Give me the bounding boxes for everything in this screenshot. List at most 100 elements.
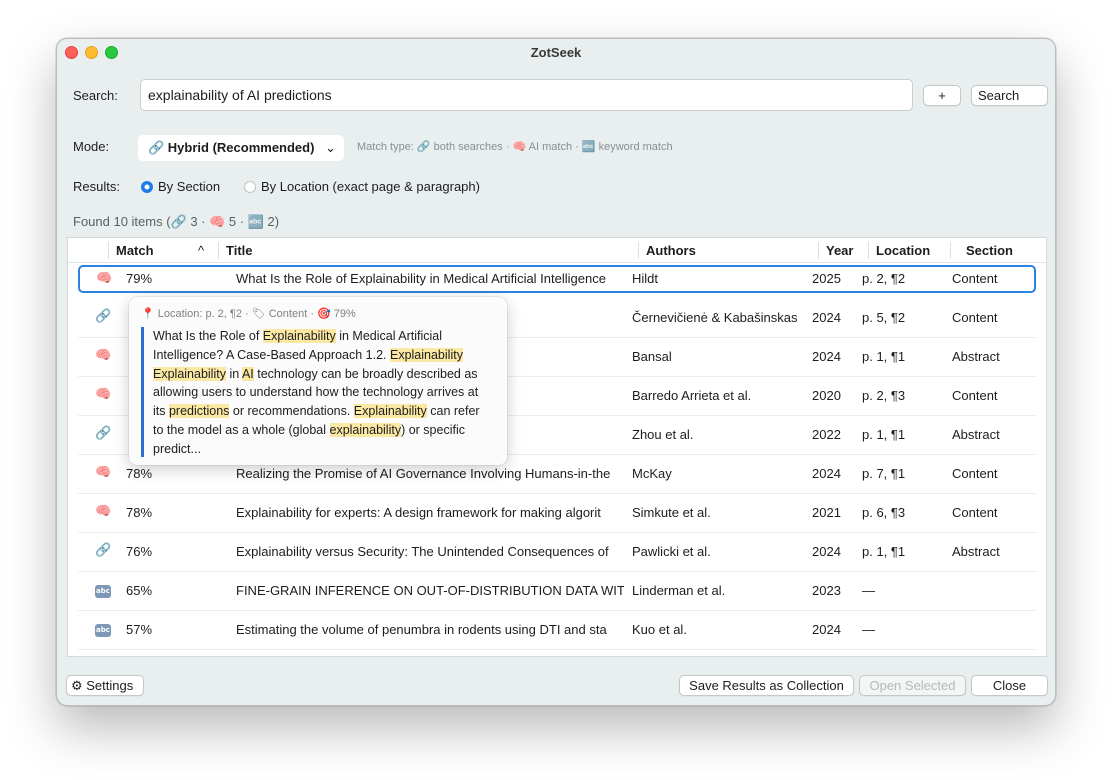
section-cell: Abstract (952, 544, 1000, 559)
snippet-text: or recommendations. (229, 404, 354, 419)
match-cell: 78% (126, 505, 153, 520)
open-selected-button[interactable]: Open Selected (859, 675, 966, 696)
location-cell: — (862, 583, 875, 598)
location-cell: p. 7, ¶1 (862, 466, 906, 481)
match-cell: 57% (126, 622, 153, 637)
year-cell: 2024 (812, 466, 841, 481)
section-cell: Content (952, 466, 998, 481)
link-icon: 🔗 (95, 308, 112, 323)
close-window-button[interactable] (65, 46, 78, 59)
match-cell: 78% (126, 466, 153, 481)
year-cell: 2025 (812, 271, 841, 286)
popover-snippet: What Is the Role of Explainability in Me… (141, 327, 493, 457)
title-cell: FINE-GRAIN INFERENCE ON OUT-OF-DISTRIBUT… (236, 583, 624, 598)
col-authors[interactable]: Authors (646, 243, 696, 258)
title-cell: Estimating the volume of penumbra in rod… (236, 622, 607, 637)
highlight-term: explainability (329, 422, 402, 437)
search-input[interactable]: explainability of AI predictions (140, 79, 913, 111)
section-cell: Abstract (952, 427, 1000, 442)
match-cell: 79% (126, 271, 153, 286)
sort-ascending-icon[interactable]: ^ (198, 243, 204, 258)
results-label: Results: (73, 179, 120, 194)
link-icon: 🔗 (95, 542, 112, 557)
match-type-hint: Match type: 🔗 both searches · 🧠 AI match… (357, 141, 673, 153)
match-cell: 65% (126, 583, 153, 598)
authors-cell: Hildt (632, 271, 659, 286)
close-button[interactable]: Close (971, 675, 1048, 696)
highlight-term: AI (241, 366, 254, 381)
mode-select[interactable]: 🔗 Hybrid (Recommended) ⌄ (138, 135, 344, 161)
location-cell: p. 1, ¶1 (862, 544, 906, 559)
col-title[interactable]: Title (226, 243, 253, 258)
year-cell: 2024 (812, 310, 841, 325)
abc-icon: abc (95, 581, 111, 598)
authors-cell: Kuo et al. (632, 622, 687, 637)
abc-icon: abc (95, 620, 111, 637)
add-search-button[interactable]: + (923, 85, 961, 106)
title-cell: Explainability for experts: A design fra… (236, 505, 601, 520)
location-cell: p. 1, ¶1 (862, 427, 906, 442)
year-cell: 2022 (812, 427, 841, 442)
col-match[interactable]: Match (116, 243, 154, 258)
col-location[interactable]: Location (876, 243, 930, 258)
section-cell: Content (952, 271, 998, 286)
search-label: Search: (73, 88, 118, 103)
minimize-window-button[interactable] (85, 46, 98, 59)
section-cell: Content (952, 505, 998, 520)
col-year[interactable]: Year (826, 243, 853, 258)
location-cell: p. 1, ¶1 (862, 349, 906, 364)
highlight-term: Explainability (153, 366, 226, 381)
table-row[interactable]: 🔗 76% Explainability versus Security: The … (78, 533, 1036, 572)
search-button[interactable]: Search (971, 85, 1048, 106)
location-cell: — (862, 622, 875, 637)
col-section[interactable]: Section (966, 243, 1013, 258)
brain-icon: 🧠 (95, 503, 112, 518)
highlight-term: predictions (168, 404, 230, 419)
mode-selected-value: 🔗 Hybrid (Recommended) (148, 140, 315, 155)
year-cell: 2024 (812, 544, 841, 559)
save-results-as-collection-button[interactable]: Save Results as Collection (679, 675, 854, 696)
snippet-text: What Is the Role of (153, 329, 263, 343)
authors-cell: Linderman et al. (632, 583, 726, 598)
radio-by-location[interactable]: By Location (exact page & paragraph) (244, 179, 480, 194)
section-cell: Abstract (952, 349, 1000, 364)
settings-button[interactable]: ⚙ Settings (66, 675, 144, 696)
year-cell: 2024 (812, 622, 841, 637)
table-row[interactable]: 🧠 79% What Is the Role of Explainability i… (78, 265, 1036, 293)
found-count: Found 10 items (🔗 3 · 🧠 5 · 🔤 2) (73, 214, 280, 229)
year-cell: 2020 (812, 388, 841, 403)
authors-cell: Zhou et al. (632, 427, 694, 442)
location-cell: p. 2, ¶2 (862, 271, 906, 286)
authors-cell: Pawlicki et al. (632, 544, 711, 559)
table-row[interactable]: abc 57% Estimating the volume of penumbra … (78, 611, 1036, 650)
table-header: Match ^ Title Authors Year Location Sect… (68, 238, 1046, 263)
match-cell: 76% (126, 544, 153, 559)
zoom-window-button[interactable] (105, 46, 118, 59)
zotseek-window: ZotSeek Search: explainability of AI pre… (56, 38, 1056, 706)
chevron-down-icon: ⌄ (325, 140, 336, 155)
brain-icon: 🧠 (95, 347, 112, 362)
radio-on-icon (141, 181, 153, 193)
radio-off-icon (244, 181, 256, 193)
popover-meta: 📍 Location: p. 2, ¶2 · 🏷 Content · 🎯 79% (141, 308, 356, 320)
year-cell: 2023 (812, 583, 841, 598)
highlight-term: Explainability (353, 404, 427, 419)
mode-label: Mode: (73, 139, 110, 154)
snippet-text: in (225, 366, 242, 381)
table-row[interactable]: abc 65% FINE-GRAIN INFERENCE ON OUT-OF-DIS… (78, 572, 1036, 611)
authors-cell: Černevičienė & Kabašinskas (632, 310, 798, 325)
brain-icon: 🧠 (95, 464, 112, 479)
title-cell: What Is the Role of Explainability in Me… (236, 271, 606, 286)
highlight-term: Explainability (389, 347, 463, 362)
highlight-term: Explainability (262, 329, 336, 343)
authors-cell: Barredo Arrieta et al. (632, 388, 752, 403)
window-title: ZotSeek (530, 45, 582, 60)
authors-cell: McKay (632, 466, 672, 481)
title-cell: Explainability versus Security: The Unin… (236, 544, 609, 559)
title-cell: Realizing the Promise of AI Governance I… (236, 466, 611, 481)
table-row[interactable]: 🧠 78% Explainability for experts: A design… (78, 494, 1036, 533)
location-cell: p. 2, ¶3 (862, 388, 906, 403)
radio-by-section[interactable]: By Section (141, 179, 220, 194)
snippet-popover: 📍 Location: p. 2, ¶2 · 🏷 Content · 🎯 79%… (129, 297, 507, 465)
location-cell: p. 6, ¶3 (862, 505, 906, 520)
